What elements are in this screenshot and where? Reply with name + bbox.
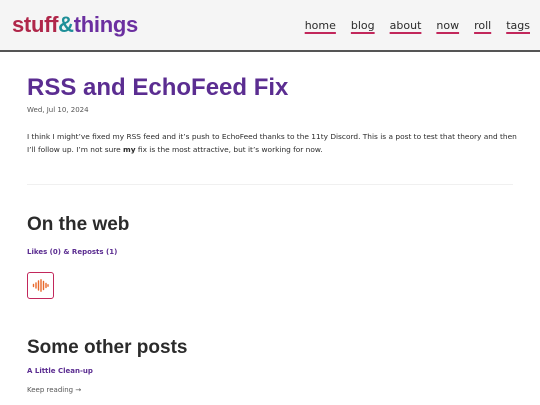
nav-about-link[interactable]: about bbox=[390, 19, 422, 32]
keep-reading-link[interactable]: Keep reading → bbox=[27, 386, 81, 394]
logo-part-things: things bbox=[73, 12, 139, 37]
site-logo[interactable]: stuff&things bbox=[12, 12, 138, 38]
nav-home-link[interactable]: home bbox=[305, 19, 336, 32]
post-body-text-2: fix is the most attractive, but it’s wor… bbox=[135, 145, 323, 154]
site-header: stuff&things home blog about now roll ta… bbox=[0, 0, 540, 52]
post-body-bold: my bbox=[123, 145, 136, 154]
reposter-avatar[interactable] bbox=[27, 272, 54, 299]
nav-roll-link[interactable]: roll bbox=[474, 19, 491, 32]
post-date: Wed, Jul 10, 2024 bbox=[27, 106, 89, 114]
main-nav: home blog about now roll tags bbox=[305, 19, 530, 32]
nav-tags-link[interactable]: tags bbox=[506, 19, 530, 32]
nav-now-link[interactable]: now bbox=[436, 19, 459, 32]
logo-part-stuff: stuff bbox=[12, 12, 59, 37]
other-posts-heading: Some other posts bbox=[27, 337, 188, 358]
post-body: I think I might’ve fixed my RSS feed and… bbox=[27, 130, 521, 156]
post-title: RSS and EchoFeed Fix bbox=[27, 74, 289, 101]
webmentions-heading: On the web bbox=[27, 214, 130, 235]
likes-reposts-link[interactable]: Likes (0) & Reposts (1) bbox=[27, 248, 117, 256]
nav-blog-link[interactable]: blog bbox=[351, 19, 375, 32]
section-divider bbox=[27, 184, 513, 185]
logo-part-ampersand: & bbox=[58, 12, 74, 37]
other-post-link[interactable]: A Little Clean-up bbox=[27, 367, 93, 375]
audio-waveform-icon bbox=[32, 279, 49, 292]
